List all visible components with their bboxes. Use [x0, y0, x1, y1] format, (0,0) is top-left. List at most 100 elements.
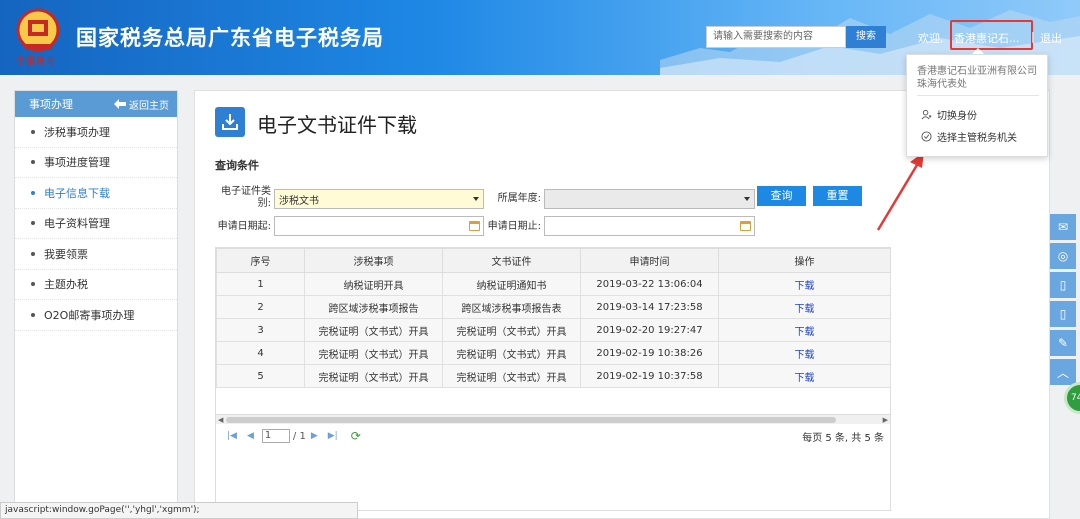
back-home-link[interactable]: 返回主页: [114, 97, 169, 112]
pager-summary: 每页 5 条, 共 5 条: [802, 432, 884, 444]
refresh-icon[interactable]: ⟳: [351, 429, 361, 443]
table-header-row: 序号 涉税事项 文书证件 申请时间 操作: [216, 248, 891, 273]
cell-apply-time: 2019-03-14 17:23:58: [580, 295, 719, 319]
table-row: 2 跨区域涉税事项报告 跨区域涉税事项报告表 2019-03-14 17:23:…: [216, 295, 891, 319]
col-apply-time: 申请时间: [580, 248, 719, 273]
switch-identity-item[interactable]: 切换身份: [921, 107, 977, 122]
sidebar-item-label: 事项进度管理: [44, 156, 110, 170]
chevron-down-icon: [744, 197, 750, 201]
end-date-label: 申请日期止:: [487, 221, 541, 232]
emblem-script-text: 中国税务: [16, 57, 57, 67]
cell-document: 完税证明（文书式）开具: [442, 341, 581, 365]
table-row: 4 完税证明（文书式）开具 完税证明（文书式）开具 2019-02-19 10:…: [216, 341, 891, 365]
phone-app-icon[interactable]: ▯: [1050, 301, 1076, 327]
floating-toolbar: ✉ ◎ ▯ ▯ ✎ ︿: [1050, 214, 1078, 388]
sidebar-item-tax-matters[interactable]: 涉税事项办理: [15, 117, 177, 148]
cell-document: 完税证明（文书式）开具: [442, 318, 581, 342]
cell-index: 1: [216, 272, 305, 296]
bullet-icon: [31, 160, 35, 165]
dropdown-caret: [972, 48, 984, 54]
highlight-box: [950, 20, 1033, 50]
search-button[interactable]: 搜索: [846, 26, 886, 48]
doc-type-select[interactable]: 涉税文书: [274, 189, 484, 209]
welcome-text: 欢迎,: [918, 32, 944, 45]
mobile-icon[interactable]: ▯: [1050, 272, 1076, 298]
scroll-right-icon[interactable]: ▶: [883, 416, 888, 424]
cell-index: 4: [216, 341, 305, 365]
weibo-icon[interactable]: ◎: [1050, 243, 1076, 269]
chat-icon[interactable]: ✉: [1050, 214, 1076, 240]
back-arrow-icon: [114, 99, 126, 109]
reset-button[interactable]: 重置: [813, 186, 862, 206]
table-row: 1 纳税证明开具 纳税证明通知书 2019-03-22 13:06:04 下载: [216, 272, 891, 296]
query-section-label: 查询条件: [215, 159, 259, 172]
site-title: 国家税务总局广东省电子税务局: [76, 26, 384, 50]
prev-page-icon[interactable]: ◀: [247, 431, 254, 441]
sidebar: 事项办理 返回主页 涉税事项办理 事项进度管理 电子信息下载 电子资料管理 我要…: [14, 90, 178, 510]
sidebar-heading: 事项办理: [29, 98, 73, 111]
cell-index: 3: [216, 318, 305, 342]
doc-type-value: 涉税文书: [279, 195, 319, 207]
sidebar-item-e-documents[interactable]: 电子资料管理: [15, 209, 177, 239]
download-link[interactable]: 下载: [718, 272, 891, 296]
scroll-left-icon[interactable]: ◀: [218, 416, 223, 424]
pagination-bar: |◀ ◀ 1 / 1 ▶ ▶| ⟳ 每页 5 条, 共 5 条: [216, 424, 890, 448]
sidebar-item-theme-tax[interactable]: 主题办税: [15, 270, 177, 300]
bullet-icon: [31, 129, 35, 134]
search-placeholder: 请输入需要搜索的内容: [713, 31, 813, 42]
download-link[interactable]: 下载: [718, 318, 891, 342]
check-circle-icon: [921, 131, 932, 142]
last-page-icon[interactable]: ▶|: [328, 431, 338, 441]
annotation-arrow-icon: [876, 152, 924, 231]
page-title: 电子文书证件下载: [257, 113, 417, 137]
bullet-icon: [31, 190, 35, 195]
cell-index: 5: [216, 364, 305, 388]
download-link[interactable]: 下载: [718, 341, 891, 365]
sidebar-header: 事项办理 返回主页: [15, 91, 177, 117]
total-pages: / 1: [292, 430, 306, 442]
logout-link[interactable]: 退出: [1040, 30, 1062, 46]
bullet-icon: [31, 312, 35, 317]
sidebar-item-label: 电子信息下载: [44, 186, 110, 200]
year-select[interactable]: [544, 189, 755, 209]
start-date-input[interactable]: [274, 216, 484, 236]
user-menu-divider: [917, 95, 1039, 96]
horizontal-scrollbar[interactable]: ◀ ▶: [216, 414, 890, 424]
end-date-input[interactable]: [544, 216, 755, 236]
calendar-icon[interactable]: [469, 221, 480, 231]
start-date-label: 申请日期起:: [217, 221, 271, 232]
bullet-icon: [31, 282, 35, 287]
sidebar-item-progress[interactable]: 事项进度管理: [15, 148, 177, 178]
sidebar-item-get-invoice[interactable]: 我要领票: [15, 239, 177, 270]
cell-apply-time: 2019-02-20 19:27:47: [580, 318, 719, 342]
query-button[interactable]: 查询: [757, 186, 806, 206]
cell-apply-time: 2019-03-22 13:06:04: [580, 272, 719, 296]
feedback-icon[interactable]: ✎: [1050, 330, 1076, 356]
download-link[interactable]: 下载: [718, 295, 891, 319]
cell-apply-time: 2019-02-19 10:37:58: [580, 364, 719, 388]
search-input[interactable]: 请输入需要搜索的内容: [706, 26, 846, 48]
bullet-icon: [31, 221, 35, 226]
col-action: 操作: [718, 248, 891, 273]
back-to-top-icon[interactable]: ︿: [1050, 359, 1076, 385]
sidebar-item-label: 主题办税: [44, 278, 88, 292]
download-link[interactable]: 下载: [718, 364, 891, 388]
sidebar-item-o2o-mail[interactable]: O2O邮寄事项办理: [15, 300, 177, 331]
switch-identity-label: 切换身份: [937, 111, 977, 122]
back-home-label: 返回主页: [129, 100, 169, 112]
tax-emblem-icon: [16, 8, 60, 52]
cell-tax-matter: 完税证明（文书式）开具: [304, 341, 443, 365]
next-page-icon[interactable]: ▶: [311, 431, 318, 441]
sidebar-item-e-download[interactable]: 电子信息下载: [15, 178, 177, 209]
calendar-icon[interactable]: [740, 221, 751, 231]
scrollbar-thumb[interactable]: [226, 417, 836, 423]
sidebar-item-label: O2O邮寄事项办理: [44, 308, 135, 322]
sidebar-item-label: 我要领票: [44, 247, 88, 261]
page-number-input[interactable]: 1: [261, 429, 290, 443]
sidebar-item-label: 涉税事项办理: [44, 125, 110, 139]
header-divider: |: [1031, 30, 1035, 43]
table-row: 3 完税证明（文书式）开具 完税证明（文书式）开具 2019-02-20 19:…: [216, 318, 891, 342]
first-page-icon[interactable]: |◀: [227, 431, 237, 441]
cell-document: 跨区域涉税事项报告表: [442, 295, 581, 319]
select-tax-authority-item[interactable]: 选择主管税务机关: [921, 129, 1017, 144]
